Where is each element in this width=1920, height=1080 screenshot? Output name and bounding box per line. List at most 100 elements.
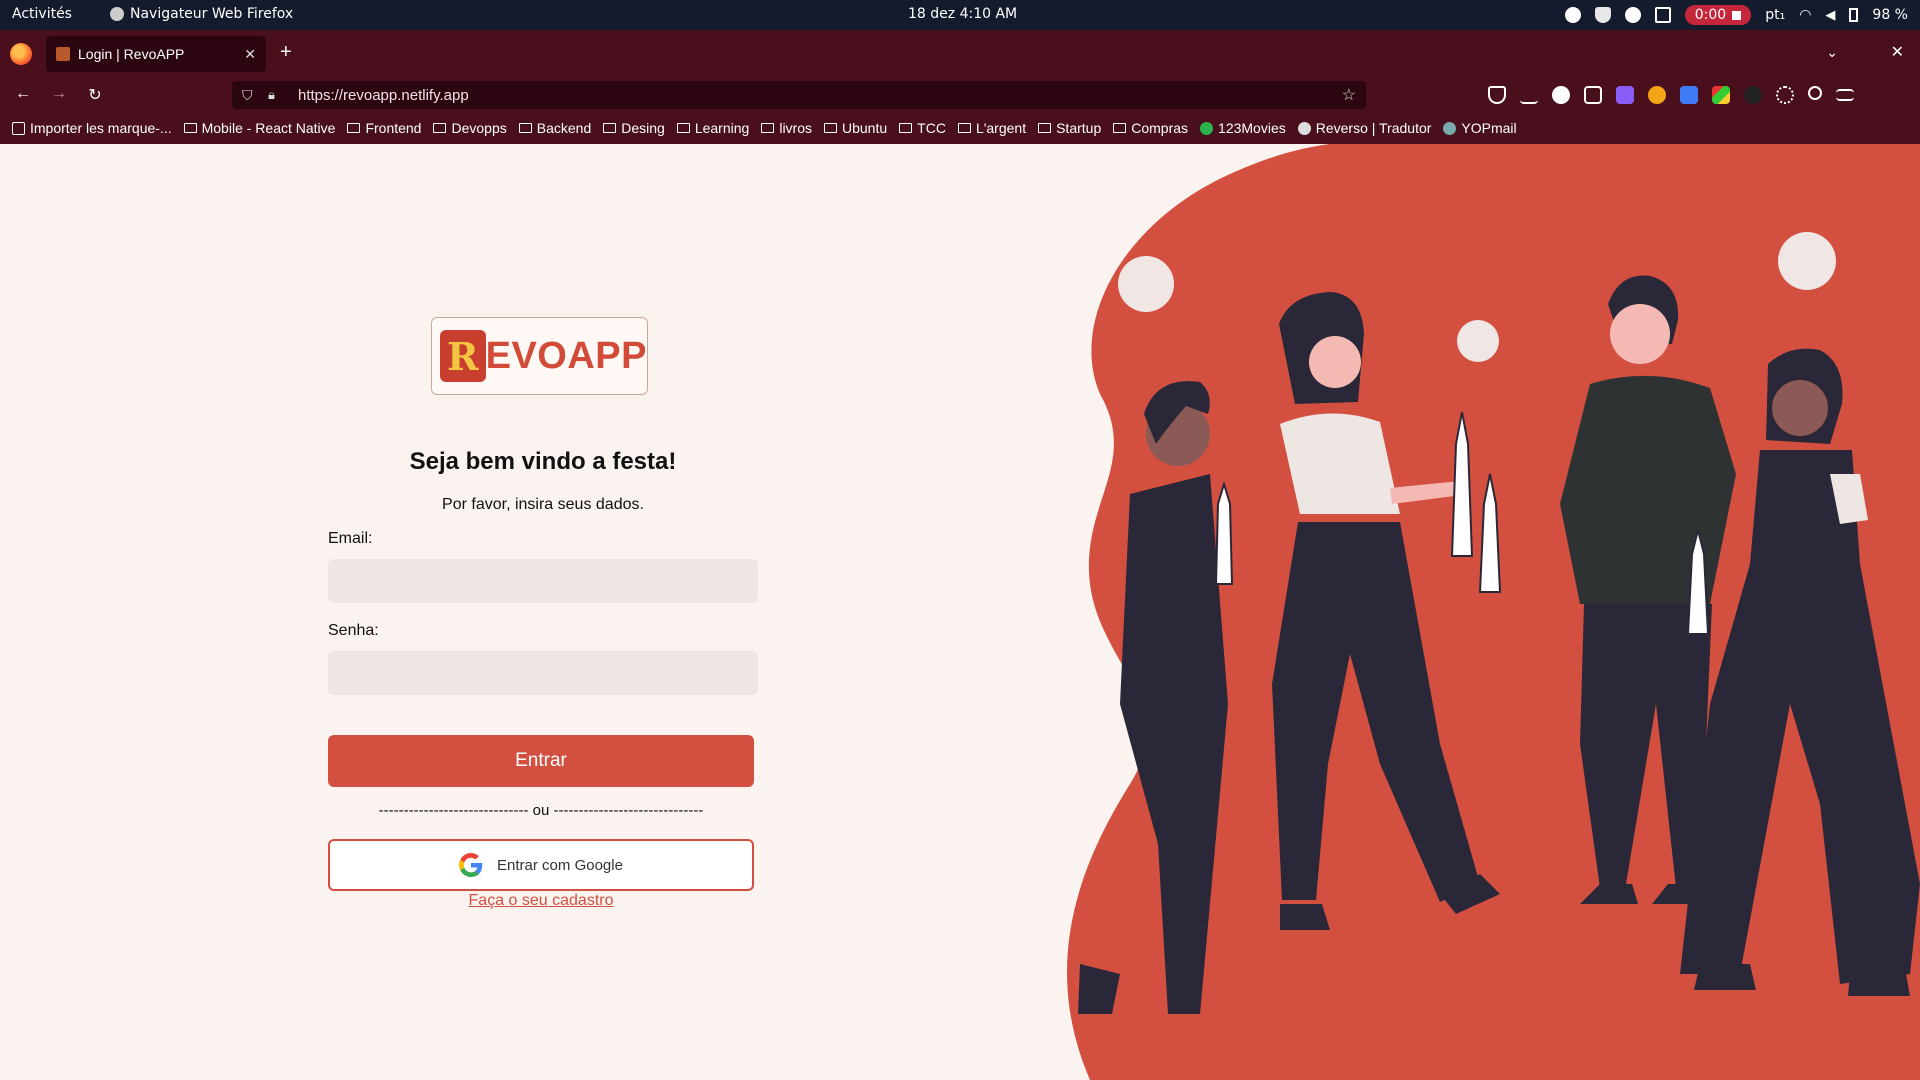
bookmark-label: TCC (917, 120, 946, 136)
login-button[interactable]: Entrar (328, 735, 754, 787)
google-login-button[interactable]: Entrar com Google (328, 839, 754, 891)
password-label: Senha: (328, 622, 379, 639)
window-close-icon[interactable]: ✕ (1891, 42, 1904, 62)
system-tray: 0:00 pt₁ ◠ ◀ 98 % (1564, 4, 1908, 26)
activities-button[interactable]: Activités (12, 6, 72, 22)
tab-strip: Login | RevoAPP ✕ + ⌄ ✕ (0, 30, 1920, 78)
extension-toolbar (1488, 86, 1854, 104)
bookmark-item[interactable]: Devopps (433, 120, 507, 136)
wifi-icon[interactable]: ◠ (1799, 7, 1811, 23)
bookmark-item[interactable]: 123Movies (1200, 120, 1286, 136)
forward-button[interactable]: → (48, 85, 70, 103)
address-bar[interactable]: ⛉ 🔒︎ https://revoapp.netlify.app ☆ (232, 81, 1366, 109)
welcome-subtitle: Por favor, insira seus dados. (442, 496, 644, 513)
folder-icon (824, 123, 837, 133)
signup-link[interactable]: Faça o seu cadastro (328, 892, 754, 910)
bookmark-label: Startup (1056, 120, 1102, 136)
battery-icon[interactable] (1849, 8, 1859, 22)
folder-icon (518, 123, 532, 133)
navigation-toolbar: ← → ↻ ⛉ 🔒︎ https://revoapp.netlify.app ☆ (0, 78, 1920, 112)
language-indicator[interactable]: pt₁ (1765, 7, 1785, 23)
bookmark-item[interactable]: Ubuntu (824, 120, 887, 136)
extension-dark-icon[interactable] (1744, 86, 1762, 104)
bookmark-label: L'argent (975, 120, 1027, 136)
folder-icon (603, 123, 617, 133)
tracking-protection-icon[interactable]: ⛉ (242, 87, 260, 104)
bookmark-item[interactable]: Frontend (347, 120, 421, 136)
email-field[interactable] (328, 559, 758, 603)
bookmark-item[interactable]: Reverso | Tradutor (1297, 120, 1431, 136)
bookmark-item[interactable]: livros (761, 120, 812, 136)
screen-recording-indicator[interactable]: 0:00 (1684, 5, 1752, 25)
download-icon[interactable] (1520, 86, 1538, 104)
chat-icon[interactable] (1624, 7, 1641, 23)
bookmark-item[interactable]: Desing (603, 120, 665, 136)
bookmark-item[interactable]: TCC (899, 120, 946, 136)
app-name-label: Navigateur Web Firefox (130, 6, 294, 22)
extension-color-icon[interactable] (1712, 86, 1730, 104)
bookmark-label: Compras (1131, 120, 1189, 136)
new-tab-button[interactable]: + (280, 42, 292, 62)
app-menu[interactable]: Navigateur Web Firefox (110, 6, 293, 22)
list-all-tabs-icon[interactable]: ⌄ (1826, 44, 1838, 61)
logo-mark-icon: R (440, 330, 486, 382)
bookmark-label: YOPmail (1461, 120, 1517, 136)
pocket-icon[interactable] (1488, 86, 1506, 104)
bookmark-label: Desing (621, 120, 665, 136)
welcome-title: Seja bem vindo a festa! (409, 448, 677, 475)
tab-login-revoapp[interactable]: Login | RevoAPP ✕ (46, 36, 266, 72)
party-illustration (1067, 144, 1920, 1080)
logo-text: EVOAPP (485, 334, 647, 377)
folder-icon (433, 123, 447, 133)
bookmark-item[interactable]: Importer les marque-... (12, 120, 172, 136)
folder-icon (676, 123, 690, 133)
extension-grid-icon[interactable] (1616, 86, 1634, 104)
bookmark-label: Devopps (451, 120, 507, 136)
back-button[interactable]: ← (12, 85, 34, 103)
reload-button[interactable]: ↻ (84, 85, 106, 105)
extension-gear-icon[interactable] (1776, 86, 1794, 104)
url-text[interactable]: https://revoapp.netlify.app (298, 87, 1342, 104)
import-icon (12, 121, 25, 135)
password-field[interactable] (328, 651, 758, 695)
reader-icon[interactable] (1584, 86, 1602, 104)
hamburger-menu-icon[interactable] (1836, 89, 1854, 101)
bubble-middle (1457, 320, 1499, 362)
tab-title: Login | RevoAPP (78, 46, 185, 62)
folder-icon (347, 123, 361, 133)
vpn-icon[interactable] (1564, 7, 1581, 23)
bookmark-item[interactable]: Startup (1038, 120, 1101, 136)
lock-icon[interactable]: 🔒︎ (268, 87, 286, 103)
logo-letter: R (447, 333, 479, 379)
bookmark-item[interactable]: L'argent (957, 120, 1027, 136)
account-icon[interactable] (1552, 86, 1570, 104)
folder-icon (1038, 123, 1052, 133)
bubble-right (1778, 232, 1836, 290)
bookmark-item[interactable]: YOPmail (1443, 120, 1517, 136)
google-button-label: Entrar com Google (497, 856, 623, 874)
revoapp-favicon-icon (56, 47, 70, 61)
folder-icon (1113, 123, 1127, 133)
bookmark-item[interactable]: Compras (1113, 120, 1188, 136)
clipboard-icon[interactable] (1654, 7, 1671, 23)
extension-orange-icon[interactable] (1648, 86, 1666, 104)
bookmark-label: Backend (536, 120, 592, 136)
battery-level: 98 % (1872, 7, 1908, 23)
bookmark-item[interactable]: Backend (518, 120, 592, 136)
volume-icon[interactable]: ◀ (1825, 8, 1835, 23)
bookmark-item[interactable]: Learning (676, 120, 749, 136)
bookmark-item[interactable]: Mobile - React Native (183, 120, 335, 136)
folder-icon (183, 123, 197, 133)
close-tab-icon[interactable]: ✕ (244, 46, 256, 63)
bookmark-label: Importer les marque-... (30, 120, 172, 136)
shield-icon[interactable] (1594, 7, 1611, 23)
firefox-logo-icon[interactable] (10, 43, 32, 65)
extension-blue-icon[interactable] (1680, 86, 1698, 104)
firefox-icon (110, 7, 124, 21)
folder-icon (899, 123, 913, 133)
bookmark-star-icon[interactable]: ☆ (1342, 85, 1356, 105)
search-icon[interactable] (1808, 86, 1822, 100)
or-divider: ------------------------------ ou ------… (378, 802, 704, 819)
bookmark-label: Ubuntu (842, 120, 888, 136)
clock[interactable]: 18 dez 4:10 AM (908, 6, 1017, 22)
